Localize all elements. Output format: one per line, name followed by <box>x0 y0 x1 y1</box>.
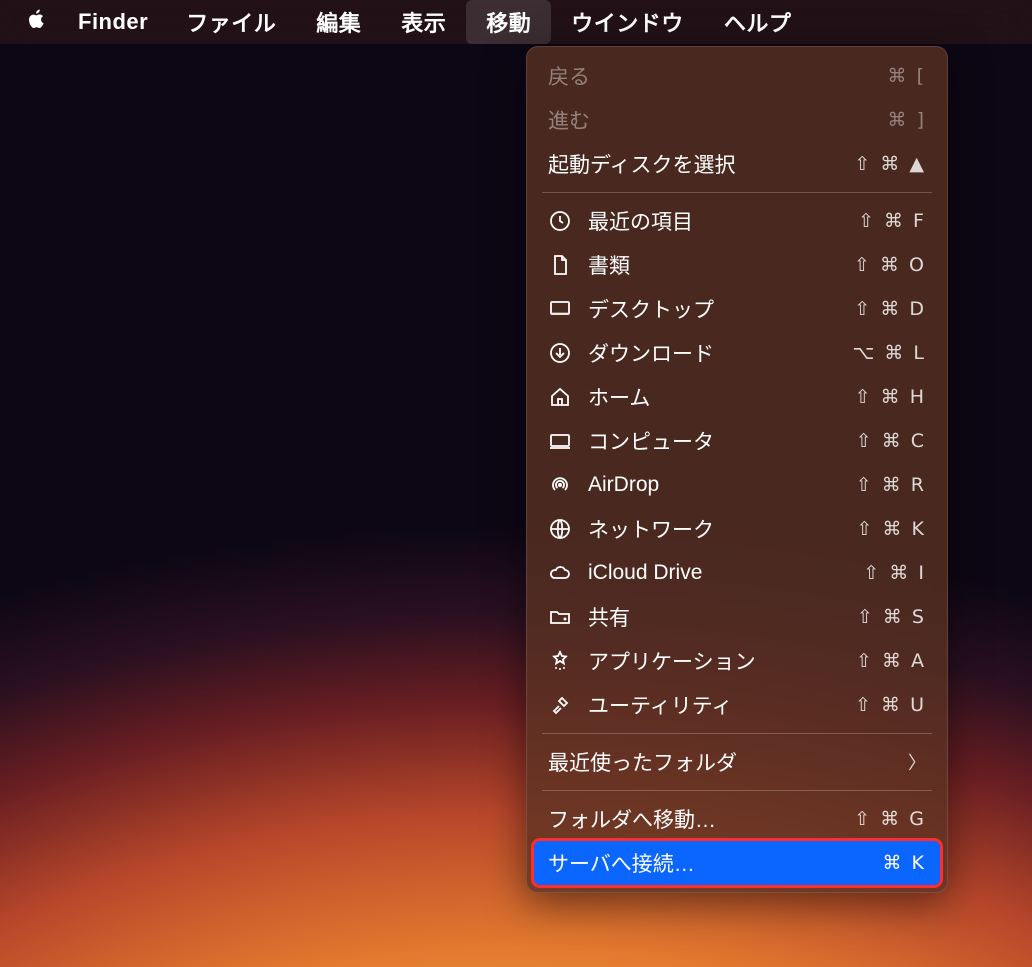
menu-item-forward: 進む ⌘ ] <box>534 98 940 142</box>
go-menu-dropdown: 戻る ⌘ [ 進む ⌘ ] 起動ディスクを選択 ⇧ ⌘ ▲ 最近の項目 ⇧ ⌘ … <box>526 46 948 893</box>
menu-separator <box>542 790 932 791</box>
menu-item-home[interactable]: ホーム ⇧ ⌘ H <box>534 375 940 419</box>
utilities-icon <box>548 693 588 717</box>
apple-logo-icon <box>26 8 48 36</box>
shortcut: ⌘ [ <box>888 65 926 87</box>
menu-item-label: 共有 <box>588 602 857 632</box>
menu-item-back: 戻る ⌘ [ <box>534 54 940 98</box>
menu-item-downloads[interactable]: ダウンロード ⌥ ⌘ L <box>534 331 940 375</box>
menu-edit[interactable]: 編集 <box>296 0 381 44</box>
menu-item-label: サーバへ接続… <box>548 848 883 878</box>
menu-view[interactable]: 表示 <box>381 0 466 44</box>
menu-item-label: ユーティリティ <box>588 690 855 720</box>
menu-item-applications[interactable]: アプリケーション ⇧ ⌘ A <box>534 639 940 683</box>
computer-icon <box>548 429 588 453</box>
menu-item-goto-folder[interactable]: フォルダへ移動… ⇧ ⌘ G <box>534 797 940 841</box>
menu-item-label: 進む <box>548 105 888 135</box>
menu-item-label: ダウンロード <box>588 338 852 368</box>
applications-icon <box>548 649 588 673</box>
menu-separator <box>542 733 932 734</box>
menu-item-label: 最近使ったフォルダ <box>548 747 908 777</box>
shortcut: ⇧ ⌘ K <box>857 518 926 540</box>
menu-item-connect-server[interactable]: サーバへ接続… ⌘ K <box>534 841 940 885</box>
menu-item-computer[interactable]: コンピュータ ⇧ ⌘ C <box>534 419 940 463</box>
menu-item-label: 書類 <box>588 250 854 280</box>
menu-item-label: 戻る <box>548 61 888 91</box>
frontmost-app-name[interactable]: Finder <box>60 9 166 35</box>
shortcut: ⌘ ] <box>888 109 926 131</box>
menu-item-icloud[interactable]: iCloud Drive ⇧ ⌘ I <box>534 551 940 595</box>
menu-item-startup-disk[interactable]: 起動ディスクを選択 ⇧ ⌘ ▲ <box>534 142 940 186</box>
menu-help[interactable]: ヘルプ <box>704 0 812 44</box>
shortcut: ⇧ ⌘ R <box>856 474 926 496</box>
menu-item-label: ホーム <box>588 382 855 412</box>
menu-item-label: デスクトップ <box>588 294 854 324</box>
menu-item-label: アプリケーション <box>588 646 856 676</box>
cloud-icon <box>548 561 588 585</box>
menu-item-label: ネットワーク <box>588 514 857 544</box>
menu-item-label: iCloud Drive <box>588 561 863 585</box>
desktop-icon <box>548 297 588 321</box>
menu-item-shared[interactable]: 共有 ⇧ ⌘ S <box>534 595 940 639</box>
shortcut: ⇧ ⌘ U <box>855 694 926 716</box>
menu-window[interactable]: ウインドウ <box>551 0 704 44</box>
menu-item-label: 起動ディスクを選択 <box>548 149 854 179</box>
menu-file[interactable]: ファイル <box>166 0 296 44</box>
menu-separator <box>542 192 932 193</box>
home-icon <box>548 385 588 409</box>
menu-item-label: フォルダへ移動… <box>548 804 854 834</box>
shortcut: ⇧ ⌘ H <box>855 386 926 408</box>
shortcut: ⇧ ⌘ A <box>856 650 926 672</box>
menu-item-documents[interactable]: 書類 ⇧ ⌘ O <box>534 243 940 287</box>
network-icon <box>548 517 588 541</box>
shortcut: ⇧ ⌘ S <box>857 606 926 628</box>
menu-item-label: AirDrop <box>588 473 856 497</box>
menu-item-label: 最近の項目 <box>588 206 858 236</box>
apple-menu[interactable] <box>14 0 60 44</box>
shortcut: ⇧ ⌘ F <box>858 210 926 232</box>
shortcut: ⇧ ⌘ I <box>863 562 926 584</box>
shortcut: ⇧ ⌘ G <box>854 808 926 830</box>
airdrop-icon <box>548 473 588 497</box>
shortcut: ⌘ K <box>883 852 927 874</box>
chevron-right-icon: 〉 <box>908 749 926 775</box>
shortcut: ⇧ ⌘ D <box>854 298 926 320</box>
shortcut: ⇧ ⌘ C <box>856 430 926 452</box>
menu-item-airdrop[interactable]: AirDrop ⇧ ⌘ R <box>534 463 940 507</box>
shortcut: ⇧ ⌘ O <box>854 254 926 276</box>
downloads-icon <box>548 341 588 365</box>
menu-item-desktop[interactable]: デスクトップ ⇧ ⌘ D <box>534 287 940 331</box>
desktop: Finder ファイル 編集 表示 移動 ウインドウ ヘルプ 戻る ⌘ [ 進む… <box>0 0 1032 967</box>
document-icon <box>548 253 588 277</box>
shared-folder-icon <box>548 605 588 629</box>
menu-go[interactable]: 移動 <box>466 0 551 44</box>
clock-icon <box>548 209 588 233</box>
menu-item-utilities[interactable]: ユーティリティ ⇧ ⌘ U <box>534 683 940 727</box>
menu-item-recents[interactable]: 最近の項目 ⇧ ⌘ F <box>534 199 940 243</box>
menu-item-recent-folders[interactable]: 最近使ったフォルダ 〉 <box>534 740 940 784</box>
shortcut: ⌥ ⌘ L <box>852 342 926 364</box>
menubar: Finder ファイル 編集 表示 移動 ウインドウ ヘルプ <box>0 0 1032 44</box>
menu-item-network[interactable]: ネットワーク ⇧ ⌘ K <box>534 507 940 551</box>
shortcut: ⇧ ⌘ ▲ <box>854 153 926 175</box>
menu-item-label: コンピュータ <box>588 426 856 456</box>
